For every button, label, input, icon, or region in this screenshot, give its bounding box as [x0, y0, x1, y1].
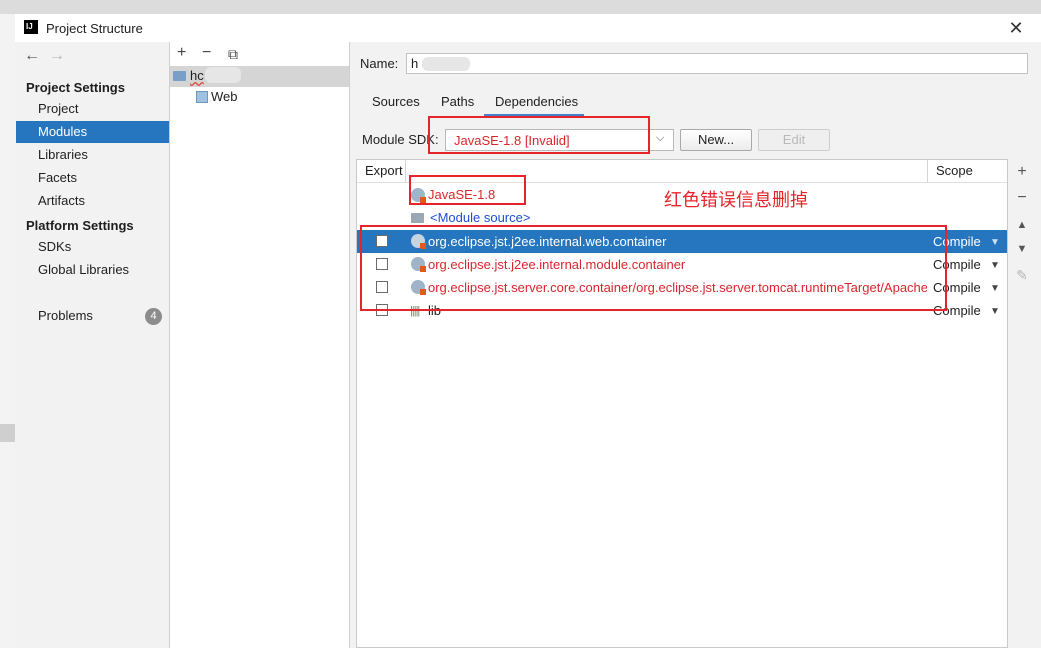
remove-dependency-icon[interactable]: − — [1014, 189, 1030, 207]
problems-count-badge: 4 — [145, 308, 162, 325]
window-title: Project Structure — [46, 21, 143, 36]
edit-dependency-icon[interactable]: ✎ — [1014, 267, 1030, 284]
header-separator — [927, 160, 928, 182]
add-module-icon[interactable]: + — [177, 44, 186, 62]
name-label: Name: — [360, 56, 399, 71]
header-separator — [405, 160, 406, 182]
tab-sources[interactable]: Sources — [372, 94, 420, 109]
tab-paths[interactable]: Paths — [441, 94, 474, 109]
tab-dependencies[interactable]: Dependencies — [495, 94, 578, 109]
scope-column-header[interactable]: Scope — [936, 163, 973, 178]
redacted-blur — [205, 67, 241, 83]
sidebar-item-sdks[interactable]: SDKs — [16, 236, 169, 258]
background-left — [0, 14, 15, 648]
forward-arrow-icon[interactable]: → — [49, 47, 65, 65]
module-tree-panel — [170, 42, 349, 648]
annotation-box-javase — [409, 175, 526, 205]
close-button[interactable]: ✕ — [1006, 18, 1026, 38]
move-up-icon[interactable]: ▲ — [1014, 219, 1030, 231]
copy-module-icon[interactable]: ⧉ — [228, 46, 238, 63]
module-name-input[interactable]: h — [406, 53, 1028, 74]
add-dependency-icon[interactable]: + — [1014, 163, 1030, 181]
sidebar-item-modules[interactable]: Modules — [16, 121, 169, 143]
background-strip — [0, 0, 1041, 14]
module-folder-icon — [173, 71, 186, 81]
back-arrow-icon[interactable]: ← — [24, 47, 40, 65]
redacted-blur-name — [422, 57, 470, 71]
annotation-box-sdk — [428, 116, 650, 154]
annotation-text: 红色错误信息删掉 — [664, 190, 808, 211]
move-down-icon[interactable]: ▼ — [1014, 243, 1030, 255]
sidebar-item-libraries[interactable]: Libraries — [16, 144, 169, 166]
scope-dropdown-icon[interactable]: ▼ — [990, 237, 1000, 248]
project-settings-heading: Project Settings — [26, 80, 125, 95]
sidebar-item-artifacts[interactable]: Artifacts — [16, 190, 169, 212]
intellij-app-icon: IJ — [24, 20, 38, 34]
new-sdk-button[interactable]: New... — [680, 129, 752, 151]
tree-module-name: hc — [190, 68, 204, 83]
title-bar — [15, 14, 1041, 42]
annotation-box-libraries — [360, 225, 947, 311]
sidebar-item-global-libraries[interactable]: Global Libraries — [16, 259, 169, 281]
export-column-header[interactable]: Export — [365, 163, 403, 178]
web-facet-icon — [196, 91, 208, 103]
remove-module-icon[interactable]: − — [202, 44, 211, 62]
background-mark — [0, 424, 15, 442]
scope-dropdown-icon[interactable]: ▼ — [990, 283, 1000, 294]
chevron-down-icon: ⌵ — [656, 132, 665, 144]
sidebar-item-project[interactable]: Project — [16, 98, 169, 120]
module-source-folder-icon — [411, 213, 424, 223]
dependency-module-source[interactable]: <Module source> — [430, 210, 530, 225]
edit-sdk-button[interactable]: Edit — [758, 129, 830, 151]
sidebar-item-facets[interactable]: Facets — [16, 167, 169, 189]
scope-dropdown-icon[interactable]: ▼ — [990, 260, 1000, 271]
tree-web-facet[interactable]: Web — [211, 89, 238, 104]
platform-settings-heading: Platform Settings — [26, 218, 134, 233]
scope-dropdown-icon[interactable]: ▼ — [990, 306, 1000, 317]
